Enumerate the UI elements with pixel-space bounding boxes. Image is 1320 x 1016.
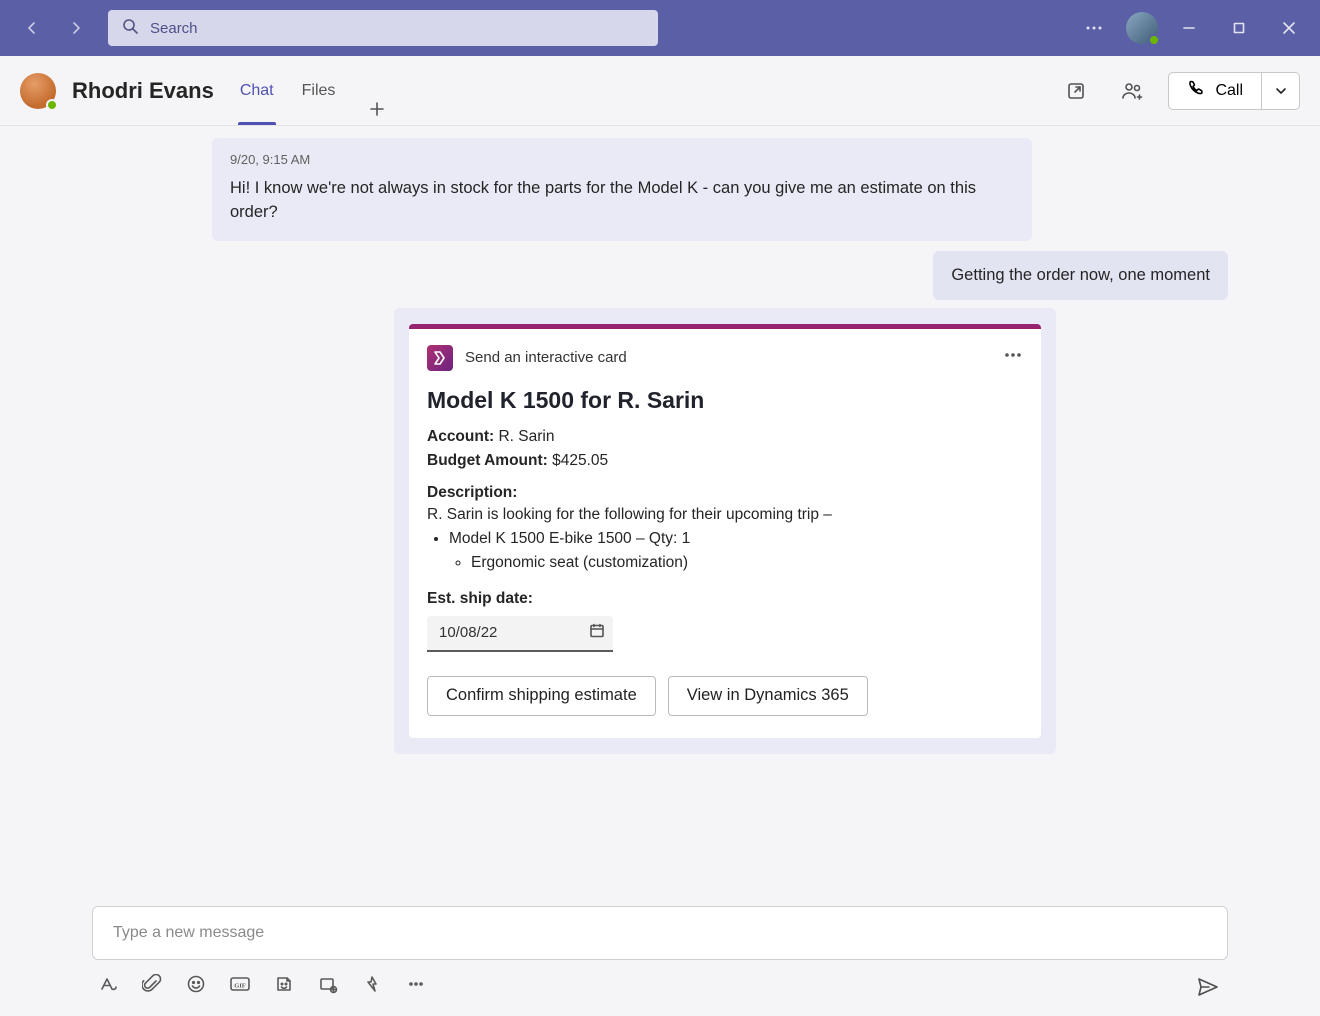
incoming-message: 9/20, 9:15 AM Hi! I know we're not alway…	[212, 138, 1032, 241]
chat-title: Rhodri Evans	[72, 78, 214, 104]
confirm-shipping-button[interactable]: Confirm shipping estimate	[427, 676, 656, 716]
card-description-label: Description:	[427, 484, 1023, 502]
search-box[interactable]	[108, 10, 658, 46]
adaptive-card: Send an interactive card Model K 1500 fo…	[409, 324, 1041, 738]
call-options-button[interactable]	[1262, 72, 1300, 110]
card-shipdate-label: Est. ship date:	[427, 590, 1023, 608]
format-button[interactable]	[92, 968, 124, 1000]
attach-button[interactable]	[136, 968, 168, 1000]
shipdate-input-wrap[interactable]	[427, 616, 613, 652]
nav-back-button[interactable]	[12, 8, 52, 48]
power-automate-icon	[427, 345, 453, 371]
tab-files[interactable]: Files	[300, 56, 338, 125]
titlebar-more-button[interactable]	[1070, 0, 1118, 56]
compose-box[interactable]	[92, 906, 1228, 960]
more-compose-button[interactable]	[400, 968, 432, 1000]
send-button[interactable]	[1196, 975, 1220, 1004]
gif-button[interactable]: GIF	[224, 968, 256, 1000]
loop-button[interactable]	[312, 968, 344, 1000]
card-more-button[interactable]	[1003, 345, 1023, 370]
emoji-button[interactable]	[180, 968, 212, 1000]
message-text: Hi! I know we're not always in stock for…	[230, 176, 1014, 226]
titlebar	[0, 0, 1320, 56]
nav-forward-button[interactable]	[56, 8, 96, 48]
card-item-list: Model K 1500 E-bike 1500 – Qty: 1 Ergono…	[449, 530, 1023, 572]
card-title: Model K 1500 for R. Sarin	[427, 387, 1023, 414]
chat-body: 9/20, 9:15 AM Hi! I know we're not alway…	[0, 126, 1320, 906]
add-people-button[interactable]	[1112, 71, 1152, 111]
message-timestamp: 9/20, 9:15 AM	[230, 150, 1014, 170]
adaptive-card-container: Send an interactive card Model K 1500 fo…	[394, 308, 1056, 754]
add-tab-button[interactable]	[361, 93, 393, 125]
list-item: Ergonomic seat (customization)	[471, 554, 1023, 572]
sticker-button[interactable]	[268, 968, 300, 1000]
message-text: Getting the order now, one moment	[951, 263, 1210, 288]
window-close-button[interactable]	[1266, 0, 1312, 56]
window-maximize-button[interactable]	[1216, 0, 1262, 56]
popout-chat-button[interactable]	[1056, 71, 1096, 111]
compose-toolbar: GIF	[92, 968, 1228, 1000]
chat-header: Rhodri Evans Chat Files Call	[0, 56, 1320, 126]
card-budget-field: Budget Amount: $425.05	[427, 452, 1023, 470]
card-source-label: Send an interactive card	[465, 349, 627, 366]
chat-tabs: Chat Files	[238, 56, 394, 125]
message-list[interactable]: 9/20, 9:15 AM Hi! I know we're not alway…	[0, 126, 1320, 906]
compose-input[interactable]	[111, 923, 1209, 943]
account-avatar[interactable]	[1122, 0, 1162, 56]
search-input[interactable]	[148, 19, 644, 38]
chat-avatar[interactable]	[20, 73, 56, 109]
actions-button[interactable]	[356, 968, 388, 1000]
shipdate-input[interactable]	[427, 616, 613, 650]
list-item: Model K 1500 E-bike 1500 – Qty: 1	[449, 530, 1023, 548]
view-dynamics-button[interactable]: View in Dynamics 365	[668, 676, 868, 716]
tab-chat[interactable]: Chat	[238, 56, 276, 125]
card-account-field: Account: R. Sarin	[427, 428, 1023, 446]
card-description-body: R. Sarin is looking for the following fo…	[427, 506, 1023, 524]
search-icon	[122, 18, 138, 39]
call-button-label: Call	[1215, 82, 1243, 100]
calendar-icon[interactable]	[589, 622, 605, 643]
window-minimize-button[interactable]	[1166, 0, 1212, 56]
svg-text:GIF: GIF	[234, 983, 246, 990]
compose-area: GIF	[0, 906, 1320, 1016]
call-button[interactable]: Call	[1168, 72, 1262, 110]
phone-icon	[1187, 79, 1205, 102]
outgoing-message: Getting the order now, one moment	[933, 251, 1228, 300]
